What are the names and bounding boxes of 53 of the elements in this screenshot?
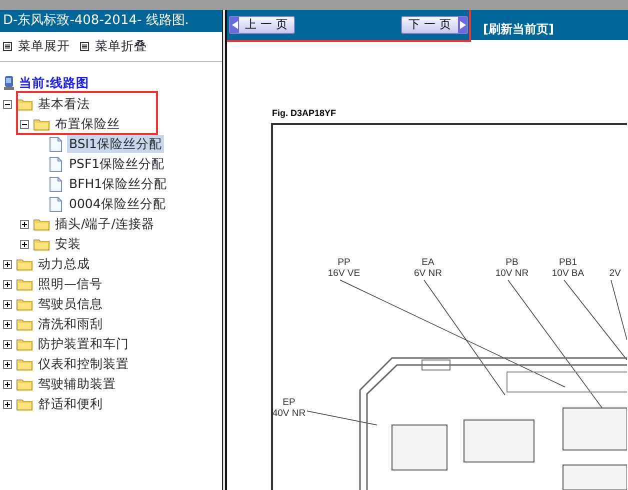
- clip-drawing: [422, 360, 450, 370]
- connector-drawing: [464, 420, 534, 462]
- connector-label: 2V: [609, 268, 621, 279]
- tree-item[interactable]: BSI1保险丝分配: [67, 134, 164, 154]
- connector-label: EP 40V NR: [272, 397, 306, 419]
- menu-list-icon: [80, 42, 89, 51]
- expand-icon[interactable]: [3, 280, 12, 288]
- menu-toolbar-link[interactable]: 菜单折叠: [95, 37, 147, 56]
- tree-item[interactable]: 照明—信号: [36, 274, 104, 294]
- tree-item[interactable]: BFH1保险丝分配: [67, 174, 170, 194]
- tree-item[interactable]: PSF1保险丝分配: [67, 154, 167, 174]
- menu-list-icon: [3, 42, 12, 51]
- connector-label: PB 10V NR: [495, 257, 529, 279]
- expand-icon[interactable]: [20, 220, 29, 228]
- tree-item[interactable]: 驾驶辅助装置: [36, 374, 118, 394]
- tree-item[interactable]: 防护装置和车门: [36, 334, 131, 354]
- expand-icon[interactable]: [3, 400, 12, 408]
- connector-drawing: [562, 408, 627, 450]
- tree-item[interactable]: 仪表和控制装置: [36, 354, 131, 374]
- refresh-link[interactable]: [刷新当前页]: [483, 20, 554, 38]
- tree-item[interactable]: 动力总成: [36, 254, 92, 274]
- expand-icon[interactable]: [3, 340, 12, 348]
- tree-item[interactable]: 清洗和雨刮: [36, 314, 105, 334]
- leader-line: [306, 410, 378, 426]
- expand-icon[interactable]: [3, 380, 12, 388]
- figure-caption: Fig. D3AP18YF: [272, 108, 336, 118]
- next-page-button[interactable]: 下 一 页: [401, 16, 468, 34]
- tree-item[interactable]: 舒适和便利: [36, 394, 105, 414]
- sidebar-title: D-东风标致-408-2014- 线路图.: [0, 10, 222, 32]
- tree-item[interactable]: 驾驶员信息: [36, 294, 105, 314]
- tree-item[interactable]: 安装: [53, 234, 83, 254]
- expand-icon[interactable]: [3, 320, 12, 328]
- tree-item[interactable]: 基本看法: [36, 94, 92, 114]
- right-arrow-icon: [460, 21, 466, 29]
- tree-item[interactable]: 布置保险丝: [53, 114, 122, 134]
- tree-item[interactable]: 0004保险丝分配: [67, 194, 168, 214]
- connector-label: EA 6V NR: [414, 257, 442, 279]
- menu-toolbar-link[interactable]: 菜单展开: [18, 37, 70, 56]
- expand-icon[interactable]: [20, 240, 29, 248]
- tree-item[interactable]: 插头/端子/连接器: [53, 214, 156, 234]
- connector-label: PB1 10V BA: [552, 257, 584, 279]
- collapse-icon[interactable]: [20, 120, 29, 128]
- previous-page-button[interactable]: 上 一 页: [229, 16, 295, 34]
- connector-drawing: [392, 424, 448, 470]
- connector-label: PP 16V VE: [328, 257, 360, 279]
- left-arrow-icon: [232, 21, 238, 29]
- expand-icon[interactable]: [3, 260, 12, 268]
- expand-icon[interactable]: [3, 300, 12, 308]
- current-page-label: 当前:线路图: [19, 74, 89, 92]
- connector-drawing: [562, 464, 627, 490]
- expand-icon[interactable]: [3, 360, 12, 368]
- collapse-icon[interactable]: [3, 100, 12, 108]
- computer-icon: [3, 75, 16, 91]
